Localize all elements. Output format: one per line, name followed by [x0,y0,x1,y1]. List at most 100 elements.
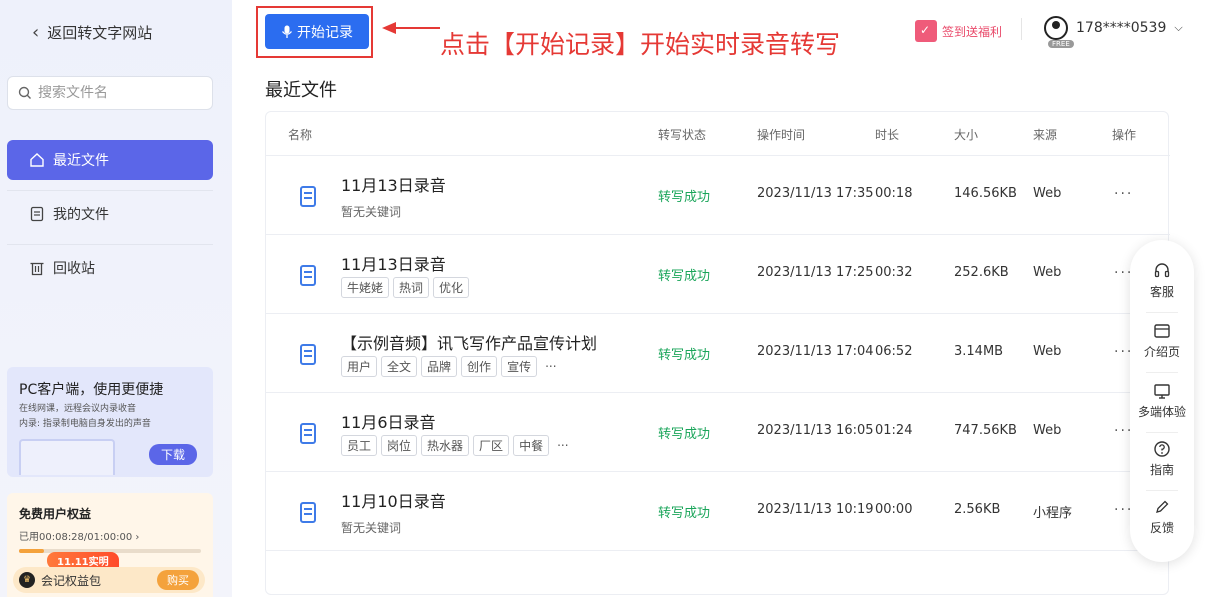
promo-line: 在线网课，远程会议内录收音 [19,404,137,414]
document-icon [300,423,316,444]
usage-text[interactable]: 已用00:08:28/01:00:00 › [19,528,201,543]
table-row[interactable]: 【示例音频】讯飞写作产品宣传计划 用户 全文 品牌 创作 宣传 ... 转写成功… [266,314,1170,393]
search-box[interactable] [7,76,213,110]
table-header: 名称 转写状态 操作时间 时长 大小 来源 操作 [266,112,1170,156]
float-item-service[interactable]: 客服 [1130,262,1194,300]
keyword-tags: 牛姥姥 热词 优化 [341,277,470,298]
sidebar-item-recent[interactable]: 最近文件 [7,140,213,180]
time-text: 2023/11/13 16:05 [757,423,874,438]
divider [1146,372,1178,373]
pen-icon [1156,500,1169,513]
start-record-button[interactable]: 开始记录 [265,14,369,49]
file-table: 名称 转写状态 操作时间 时长 大小 来源 操作 11月13日录音 暂无关键词 … [265,111,1170,595]
column-header: 来源 [1033,128,1058,142]
float-item-label: 介绍页 [1143,345,1180,359]
status-text: 转写成功 [658,190,711,205]
source-text: Web [1033,186,1062,201]
promo-title: PC客户端，使用更便捷 [19,382,164,398]
usage-progress-fill [19,549,45,553]
status-text: 转写成功 [658,348,711,363]
keyword-tag: 宣传 [501,356,538,377]
status-text: 转写成功 [658,427,711,442]
arrow-line [396,27,440,29]
download-button[interactable]: 下载 [148,444,197,465]
column-header: 操作时间 [757,128,806,142]
back-link[interactable]: ‹ 返回转文字网站 [32,22,152,43]
table-row[interactable]: 11月6日录音 员工 岗位 热水器 厂区 中餐 ... 转写成功 2023/11… [266,393,1170,472]
checkin-link[interactable]: 签到送福利 [915,20,1002,42]
file-name[interactable]: 11月13日录音 [341,251,446,275]
time-text: 2023/11/13 17:04 [757,344,874,359]
file-name[interactable]: 【示例音频】讯飞写作产品宣传计划 [341,330,597,354]
sidebar-item-my-files[interactable]: 我的文件 [7,194,213,234]
duration-text: 00:00 [875,502,913,517]
keyword-tag: 厂区 [473,435,510,456]
time-text: 2023/11/13 17:35 [757,186,874,201]
table-row[interactable]: 11月13日录音 暂无关键词 转写成功 2023/11/13 17:35 00:… [266,156,1170,235]
keyword-tag: 员工 [341,435,378,456]
free-badge: FREE [1048,40,1074,48]
user-menu[interactable]: 178****0539 ⌵ [1044,16,1183,40]
search-input[interactable] [38,85,198,101]
sidebar-item-label: 最近文件 [53,153,109,169]
buy-button[interactable]: 购买 [157,570,199,590]
calendar-check-icon [915,20,937,42]
help-icon [1154,441,1170,457]
float-item-label: 反馈 [1149,521,1174,535]
more-tags-ellipsis: ... [545,356,557,370]
duration-text: 00:18 [875,186,913,201]
float-item-intro[interactable]: 介绍页 [1130,322,1194,360]
sidebar-item-label: 回收站 [53,261,95,277]
float-item-guide[interactable]: 指南 [1130,440,1194,478]
user-phone: 178****0539 [1076,20,1167,36]
free-user-benefits: 免费用户权益 已用00:08:28/01:00:00 › 11.11实明 ♛ 会… [7,493,213,597]
column-header: 大小 [954,128,979,142]
duration-text: 06:52 [875,344,913,359]
keyword-tag: 创作 [461,356,498,377]
file-name[interactable]: 11月10日录音 [341,488,446,512]
chevron-left-icon: ‹ [32,22,40,43]
home-icon [30,153,44,167]
table-row[interactable]: 11月10日录音 暂无关键词 转写成功 2023/11/13 10:19 00:… [266,472,1170,551]
time-text: 2023/11/13 17:25 [757,265,874,280]
file-name[interactable]: 11月6日录音 [341,409,436,433]
floating-service-bar: 客服 介绍页 多端体验 指南 反馈 [1130,240,1194,562]
status-text: 转写成功 [658,506,711,521]
browser-icon [1154,324,1170,338]
crown-icon: ♛ [19,572,35,588]
start-record-label: 开始记录 [297,24,353,41]
keyword-tag: 热词 [393,277,430,298]
sidebar-item-label: 我的文件 [53,207,109,223]
laptop-illustration [19,439,115,475]
duration-text: 01:24 [875,423,913,438]
float-item-feedback[interactable]: 反馈 [1130,498,1194,536]
keyword-tag: 牛姥姥 [341,277,390,298]
pc-client-promo: PC客户端，使用更便捷 在线网课，远程会议内录收音 内录: 指录制电脑自身发出的… [7,367,213,477]
column-header: 转写状态 [658,128,707,142]
status-text: 转写成功 [658,269,711,284]
annotation-text: 点击【开始记录】开始实时录音转写 [440,30,841,59]
size-text: 2.56KB [954,502,1001,517]
divider [7,190,213,191]
annotation-arrow [382,22,440,34]
table-row[interactable]: 11月13日录音 牛姥姥 热词 优化 转写成功 2023/11/13 17:25… [266,235,1170,314]
document-icon [30,206,44,222]
float-item-multi-device[interactable]: 多端体验 [1130,382,1194,420]
source-text: Web [1033,344,1062,359]
trash-icon [30,262,44,276]
sidebar: ‹ 返回转文字网站 最近文件 我的文件 回收站 PC客户端，使用更便捷 在线网课… [0,0,232,597]
document-icon [300,186,316,207]
benefit-pack: ♛ 会记权益包 购买 [13,567,205,593]
microphone-icon [281,25,293,38]
source-text: Web [1033,423,1062,438]
keyword-tag: 用户 [341,356,378,377]
time-text: 2023/11/13 10:19 [757,502,874,517]
more-actions-icon[interactable]: ··· [1114,186,1133,202]
document-icon [300,344,316,365]
sidebar-item-trash[interactable]: 回收站 [7,248,213,288]
size-text: 252.6KB [954,265,1009,280]
keyword-tag: 优化 [433,277,470,298]
file-name[interactable]: 11月13日录音 [341,172,446,196]
page-title: 最近文件 [265,80,337,101]
checkin-label: 签到送福利 [942,24,1003,39]
